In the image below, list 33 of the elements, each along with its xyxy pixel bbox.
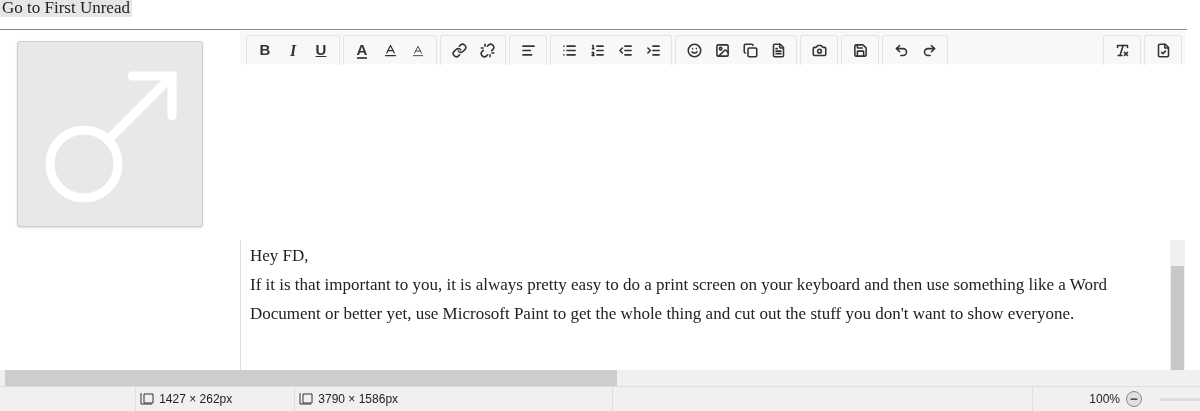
underline-button[interactable]: U bbox=[307, 37, 335, 64]
italic-button[interactable]: I bbox=[279, 37, 307, 64]
file-icon bbox=[1155, 43, 1171, 58]
bold-button[interactable]: B bbox=[251, 37, 279, 64]
go-to-first-unread-button[interactable]: Go to First Unread bbox=[0, 0, 132, 17]
indent-icon bbox=[645, 43, 661, 58]
save-icon bbox=[852, 43, 868, 58]
font-size-icon bbox=[382, 43, 398, 58]
vertical-scrollbar[interactable] bbox=[1170, 240, 1185, 370]
selection-size: 1427 × 262px bbox=[159, 391, 233, 408]
font-size-icon bbox=[411, 43, 425, 58]
image-size-icon bbox=[298, 392, 315, 406]
align-left-icon bbox=[520, 43, 536, 58]
link-icon bbox=[451, 43, 467, 58]
copy-icon bbox=[742, 43, 758, 58]
message-greeting: Hey FD, bbox=[250, 245, 310, 267]
zoom-level: 100% bbox=[1089, 391, 1120, 408]
horizontal-scrollbar[interactable] bbox=[0, 370, 1200, 386]
bullet-list-icon bbox=[561, 43, 577, 58]
undo-icon bbox=[893, 43, 909, 58]
zoom-out-button[interactable] bbox=[1126, 391, 1142, 407]
selection-icon bbox=[139, 392, 156, 406]
image-icon bbox=[714, 43, 730, 58]
document-icon bbox=[770, 43, 786, 58]
camera-icon bbox=[811, 43, 827, 58]
message-body: If it is that important to you, it is always pretty easy to do a print screen on your keyboard and then use something like a Word Document or better yet, use Microsoft Paint to get the whole thing and cut out the stuff you don't want to show everyone. bbox=[250, 274, 1109, 325]
smiley-icon bbox=[686, 43, 702, 58]
image-size: 3790 × 1586px bbox=[318, 391, 399, 408]
redo-icon bbox=[921, 43, 937, 58]
clear-formatting-icon bbox=[1114, 43, 1130, 58]
outdent-icon bbox=[617, 43, 633, 58]
unlink-icon bbox=[479, 43, 495, 58]
numbered-list-icon bbox=[589, 43, 605, 58]
